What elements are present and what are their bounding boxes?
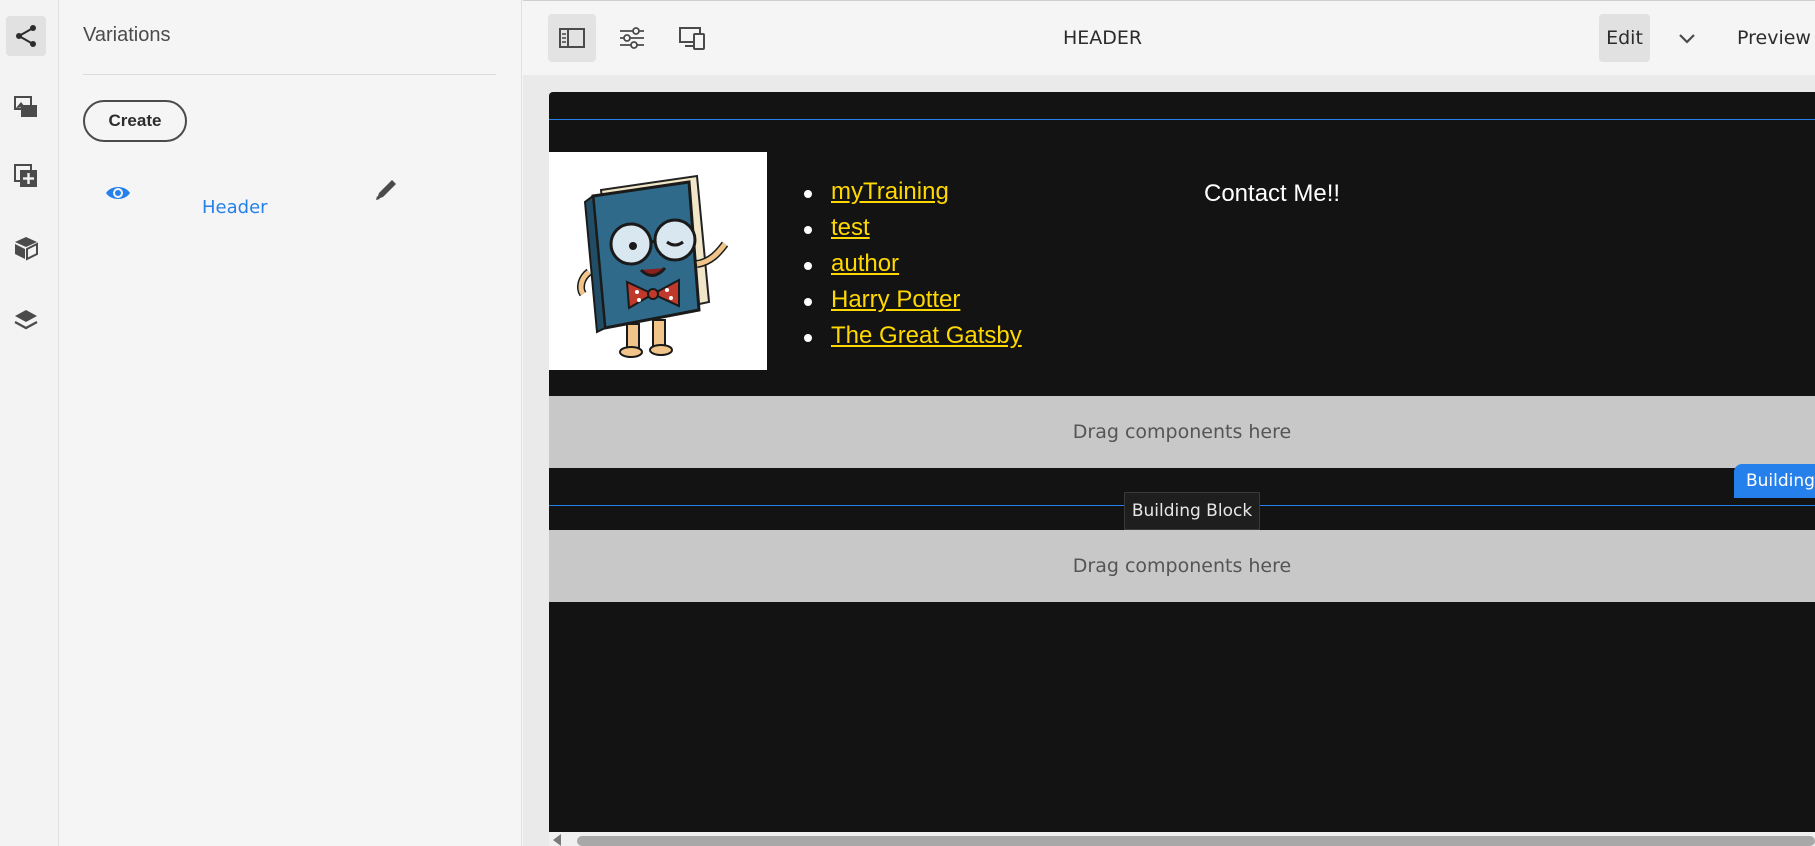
book-mascot-icon <box>549 152 767 370</box>
nav-item: author <box>804 250 1022 286</box>
add-component-button[interactable] <box>6 156 46 196</box>
nav-item: Harry Potter <box>804 286 1022 322</box>
dropzone[interactable]: Drag components here <box>549 396 1815 468</box>
logo-image[interactable] <box>549 152 767 370</box>
page-canvas[interactable]: myTraining test author Harry Potter The … <box>549 92 1815 846</box>
eye-icon[interactable] <box>105 184 131 202</box>
add-component-icon <box>14 164 37 187</box>
emulator-icon <box>679 27 705 50</box>
preview-button[interactable]: Preview <box>1737 27 1811 49</box>
toggle-side-panel-button[interactable] <box>548 14 596 62</box>
nav-link-harry-potter[interactable]: Harry Potter <box>831 286 960 313</box>
nav-item: The Great Gatsby <box>804 322 1022 358</box>
nav-item: myTraining <box>804 178 1022 214</box>
variation-label[interactable]: Header <box>202 197 268 218</box>
building-block-tooltip: Building Block <box>1124 492 1260 530</box>
nav-link-mytraining[interactable]: myTraining <box>831 178 949 205</box>
nav-menu: myTraining test author Harry Potter The … <box>804 178 1022 358</box>
assets-icon <box>14 96 37 117</box>
layers-icon <box>14 310 38 330</box>
variations-panel: Variations Create Header <box>59 0 522 846</box>
mode-dropdown-button[interactable] <box>1672 23 1702 53</box>
page-title: HEADER <box>1063 27 1143 49</box>
variation-item[interactable]: Header <box>83 172 483 218</box>
page-properties-icon <box>620 27 644 49</box>
pencil-icon[interactable] <box>372 176 400 204</box>
content-fragment-button[interactable] <box>6 228 46 268</box>
content-fragment-icon <box>15 237 38 261</box>
component-outline <box>549 119 1815 120</box>
share-icon <box>16 25 36 47</box>
nav-link-author[interactable]: author <box>831 250 899 277</box>
share-button[interactable] <box>6 16 46 56</box>
editor-toolbar: HEADER Edit Preview <box>523 0 1815 76</box>
chevron-down-icon <box>1679 34 1695 44</box>
create-button[interactable]: Create <box>83 100 187 142</box>
building-block-badge[interactable]: Building Block <box>1734 464 1815 498</box>
scrollbar-thumb[interactable] <box>577 836 1815 846</box>
scroll-left-arrow-icon[interactable] <box>553 834 561 846</box>
layers-button[interactable] <box>6 300 46 340</box>
panel-title: Variations <box>83 24 171 46</box>
emulator-button[interactable] <box>668 14 716 62</box>
dropzone[interactable]: Drag components here <box>549 530 1815 602</box>
horizontal-scrollbar[interactable] <box>549 832 1815 846</box>
assets-button[interactable] <box>6 86 46 126</box>
editor-canvas-area: myTraining test author Harry Potter The … <box>523 75 1815 846</box>
edit-mode-button[interactable]: Edit <box>1599 14 1650 62</box>
page-properties-button[interactable] <box>608 14 656 62</box>
nav-item: test <box>804 214 1022 250</box>
contact-text[interactable]: Contact Me!! <box>1204 180 1340 208</box>
left-rail <box>0 0 59 846</box>
divider <box>83 74 496 75</box>
toggle-side-panel-icon <box>559 28 585 48</box>
nav-link-test[interactable]: test <box>831 214 870 241</box>
nav-link-great-gatsby[interactable]: The Great Gatsby <box>831 322 1022 349</box>
